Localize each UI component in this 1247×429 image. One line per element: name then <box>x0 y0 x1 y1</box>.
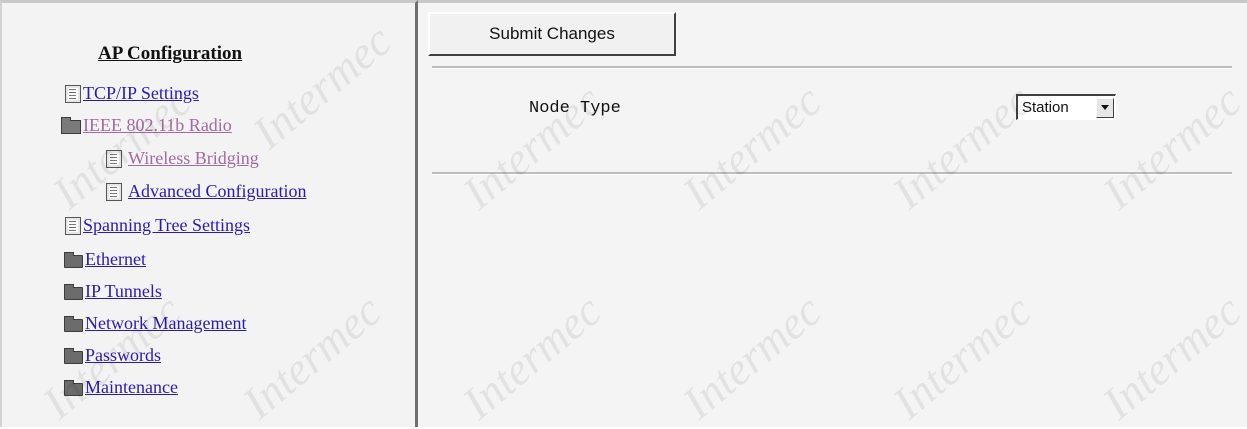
nav-item-maintenance[interactable]: Maintenance <box>64 377 178 398</box>
content-frame <box>418 0 1247 427</box>
nav-item-tcpip-settings[interactable]: TCP/IP Settings <box>65 83 199 104</box>
nav-item-wireless-bridging[interactable]: Wireless Bridging <box>106 148 259 169</box>
node-type-select[interactable]: Station <box>1016 94 1116 120</box>
nav-item-ip-tunnels[interactable]: IP Tunnels <box>64 281 162 302</box>
folder-icon <box>64 315 83 332</box>
nav-item-passwords[interactable]: Passwords <box>64 345 161 366</box>
open-folder-icon <box>61 117 81 134</box>
node-type-label: Node Type <box>529 99 621 118</box>
folder-icon <box>64 379 83 396</box>
nav-item-ethernet[interactable]: Ethernet <box>64 249 146 270</box>
nav-item-spanning-tree-settings[interactable]: Spanning Tree Settings <box>65 215 250 236</box>
folder-icon <box>64 283 83 300</box>
divider-bottom <box>432 172 1232 175</box>
nav-item-network-management[interactable]: Network Management <box>64 313 246 334</box>
divider-top <box>432 66 1232 69</box>
folder-icon <box>64 347 83 364</box>
document-icon <box>65 216 81 235</box>
document-icon <box>106 149 122 168</box>
node-type-value: Station <box>1022 99 1069 116</box>
nav-item-ieee-radio[interactable]: IEEE 802.11b Radio <box>61 115 232 136</box>
nav-item-advanced-configuration[interactable]: Advanced Configuration <box>106 181 306 202</box>
folder-icon <box>64 251 83 268</box>
nav-frame: AP Configuration TCP/IP Settings IEEE 80… <box>0 0 418 427</box>
nav-tree: TCP/IP Settings IEEE 802.11b Radio Wirel… <box>2 3 415 427</box>
document-icon <box>65 84 81 103</box>
dropdown-arrow-icon[interactable] <box>1096 97 1114 118</box>
document-icon <box>106 182 122 201</box>
submit-changes-button[interactable]: Submit Changes <box>428 12 676 56</box>
